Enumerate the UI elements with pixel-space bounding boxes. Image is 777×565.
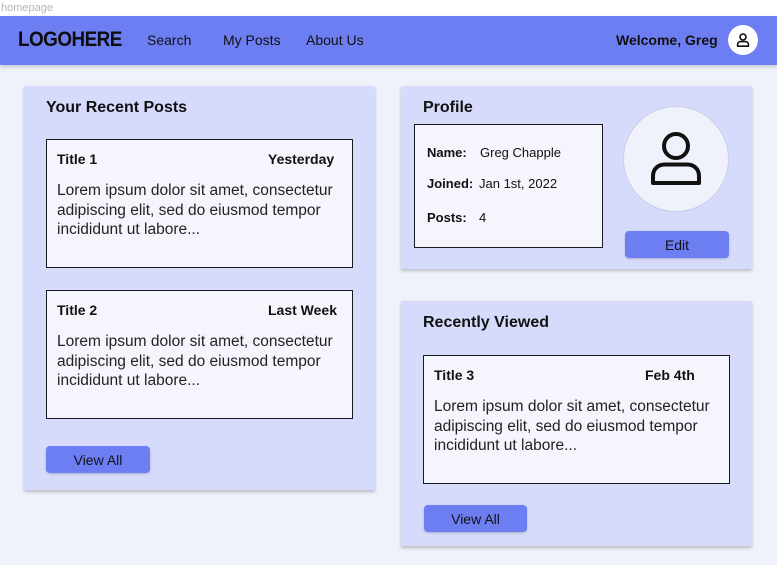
recently-viewed-title: Recently Viewed bbox=[423, 314, 549, 331]
profile-info-box: Name: Greg Chapple Joined: Jan 1st, 2022… bbox=[414, 124, 603, 248]
profile-joined-value: Jan 1st, 2022 bbox=[479, 176, 558, 191]
recent-posts-card: Your Recent Posts Title 1 Yesterday Lore… bbox=[24, 86, 375, 490]
nav-link-my-posts[interactable]: My Posts bbox=[223, 32, 281, 48]
profile-joined-row: Joined: Jan 1st, 2022 bbox=[427, 176, 557, 191]
profile-name-row: Name: Greg Chapple bbox=[427, 145, 561, 160]
account-button[interactable] bbox=[728, 25, 758, 55]
post-excerpt: Lorem ipsum dolor sit amet, consectetur … bbox=[57, 333, 333, 389]
recent-posts-title: Your Recent Posts bbox=[46, 99, 188, 116]
post-date: Last Week bbox=[268, 302, 337, 318]
logo[interactable]: LOGOHERE bbox=[18, 28, 122, 52]
post-card[interactable]: Title 1 Yesterday Lorem ipsum dolor sit … bbox=[46, 139, 353, 268]
profile-name-label: Name: bbox=[427, 145, 467, 160]
post-title: Title 1 bbox=[57, 151, 98, 167]
profile-card: Profile Name: Greg Chapple Joined: Jan 1… bbox=[401, 86, 752, 269]
post-date: Yesterday bbox=[268, 151, 335, 167]
profile-name-value: Greg Chapple bbox=[480, 145, 561, 160]
profile-posts-value: 4 bbox=[479, 210, 487, 225]
view-all-posts-button[interactable]: View All bbox=[46, 446, 150, 473]
profile-title: Profile bbox=[423, 99, 473, 116]
post-title: Title 2 bbox=[57, 302, 98, 318]
frame-label: homepage bbox=[0, 0, 777, 16]
nav-link-search[interactable]: Search bbox=[147, 32, 191, 48]
profile-posts-label: Posts: bbox=[427, 210, 467, 225]
post-excerpt: Lorem ipsum dolor sit amet, consectetur … bbox=[434, 398, 710, 454]
nav-link-about-us[interactable]: About Us bbox=[306, 32, 364, 48]
navbar: LOGOHERE Search My Posts About Us Welcom… bbox=[0, 16, 777, 65]
profile-joined-label: Joined: bbox=[427, 176, 474, 191]
post-excerpt: Lorem ipsum dolor sit amet, consectetur … bbox=[57, 182, 333, 238]
user-icon bbox=[651, 132, 701, 185]
recently-viewed-card: Recently Viewed Title 3 Feb 4th Lorem ip… bbox=[401, 301, 752, 546]
edit-profile-button[interactable]: Edit bbox=[625, 231, 729, 258]
user-icon bbox=[736, 33, 750, 47]
profile-posts-row: Posts: 4 bbox=[427, 210, 486, 225]
post-date: Feb 4th bbox=[645, 367, 695, 383]
post-card[interactable]: Title 3 Feb 4th Lorem ipsum dolor sit am… bbox=[423, 355, 730, 484]
profile-picture[interactable] bbox=[623, 106, 729, 212]
post-card[interactable]: Title 2 Last Week Lorem ipsum dolor sit … bbox=[46, 290, 353, 419]
welcome-text: Welcome, Greg bbox=[616, 32, 718, 48]
post-title: Title 3 bbox=[434, 367, 475, 383]
view-all-recent-button[interactable]: View All bbox=[424, 505, 527, 532]
